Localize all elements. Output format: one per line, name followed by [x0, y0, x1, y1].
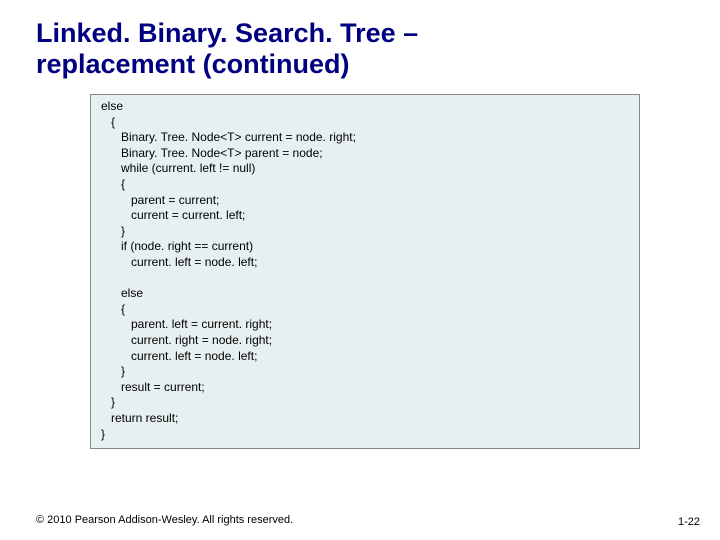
- title-line-1: Linked. Binary. Search. Tree –: [36, 18, 418, 48]
- copyright-text: © 2010 Pearson Addison-Wesley. All right…: [36, 514, 293, 526]
- code-block: else { Binary. Tree. Node<T> current = n…: [90, 94, 640, 449]
- page-number: 1-22: [678, 516, 700, 528]
- slide-title: Linked. Binary. Search. Tree – replaceme…: [36, 18, 692, 80]
- slide: Linked. Binary. Search. Tree – replaceme…: [0, 0, 720, 540]
- title-line-2: replacement (continued): [36, 49, 350, 79]
